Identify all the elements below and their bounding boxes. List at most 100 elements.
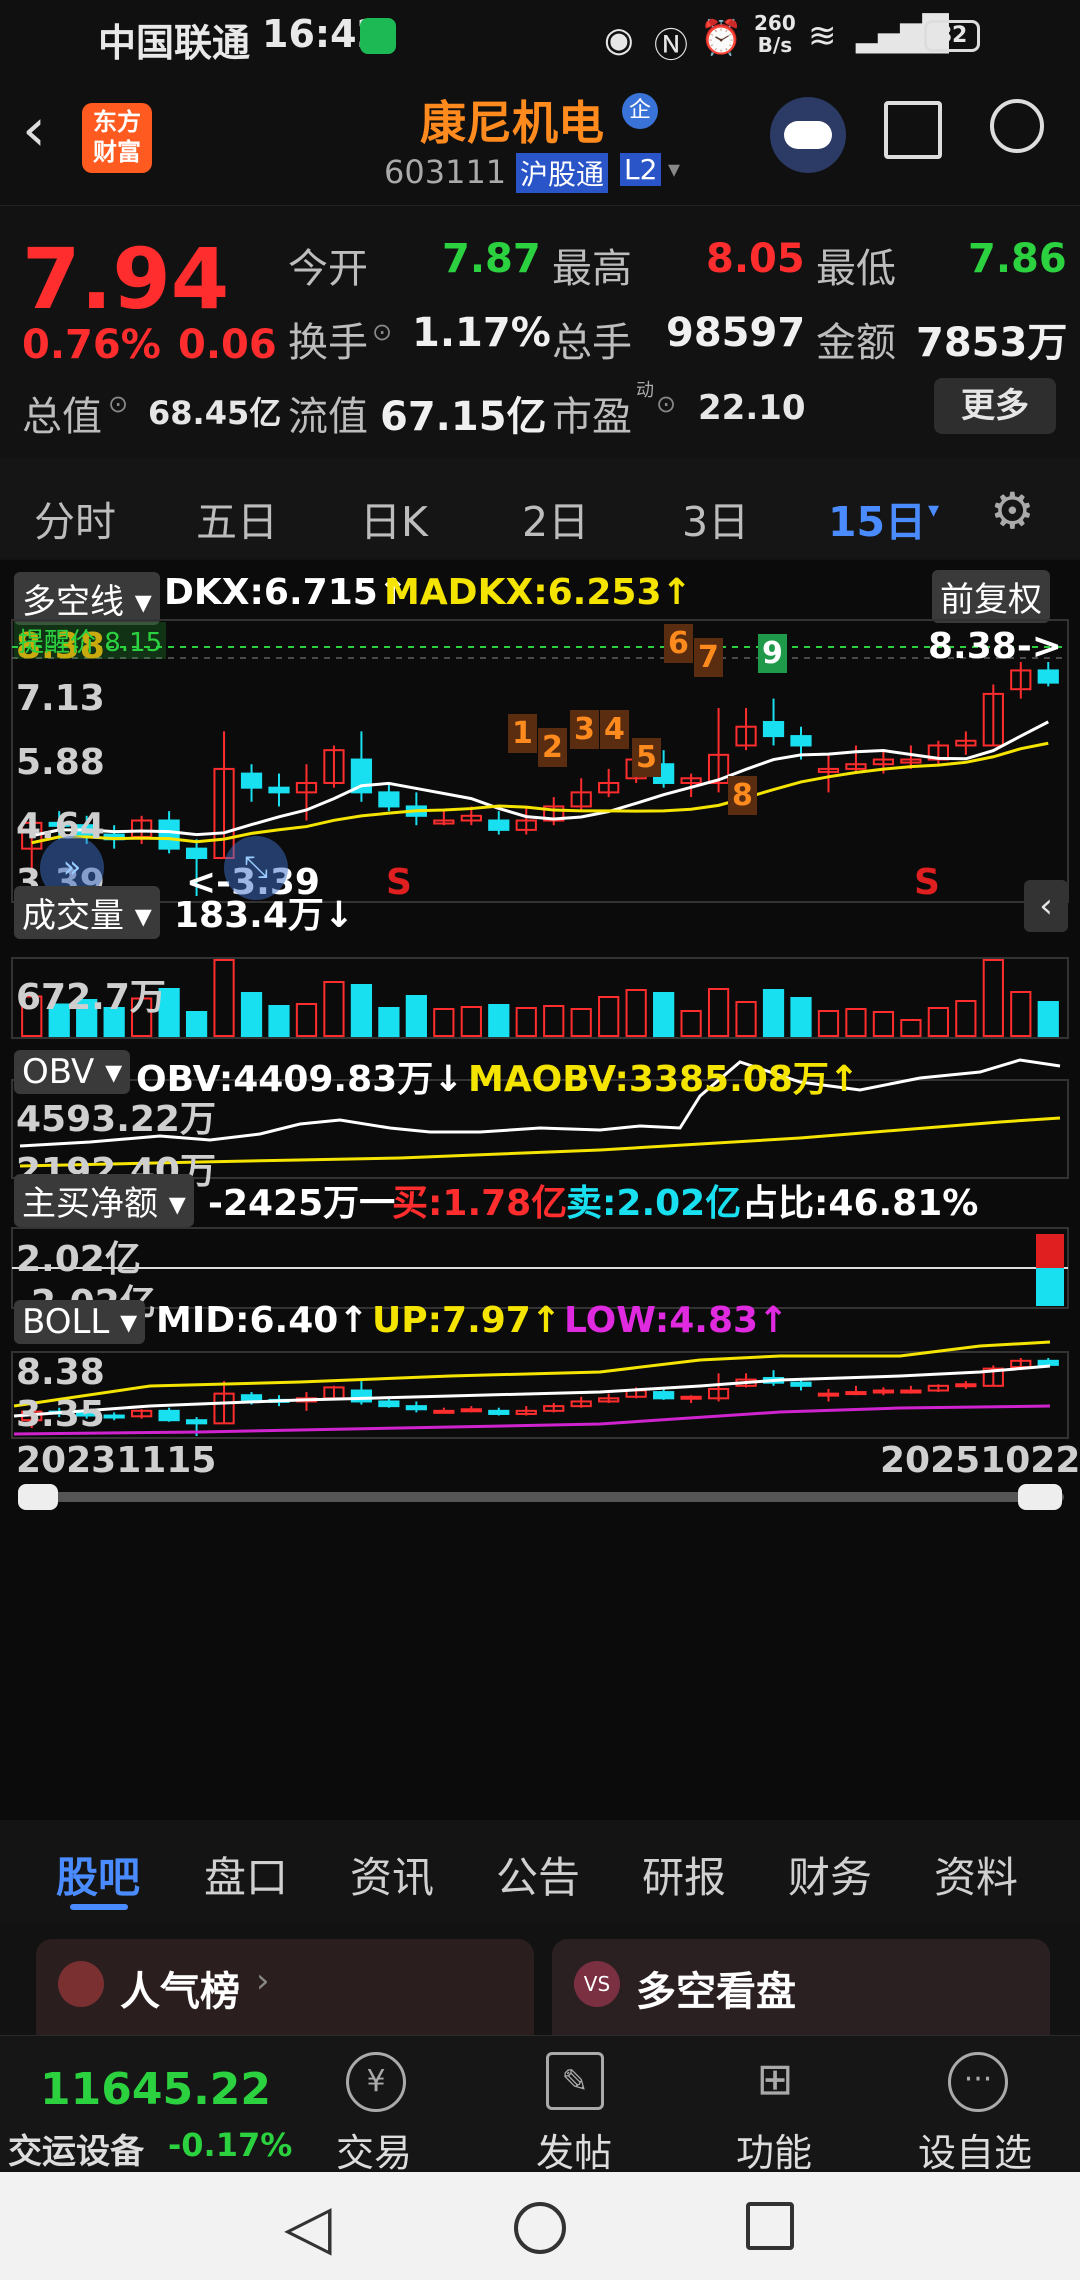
yen-trade-icon[interactable]: ¥ — [346, 2052, 406, 2112]
volume-bar — [790, 997, 812, 1037]
trade-label[interactable]: 交易 — [336, 2122, 412, 2177]
boll-axis-bottom: 3.35 — [16, 1394, 105, 1435]
nav-recents-icon[interactable] — [746, 2202, 794, 2250]
td-label-9: 9 — [758, 634, 787, 673]
td-label-7: 7 — [694, 638, 723, 677]
date-start: 20231115 — [16, 1440, 217, 1481]
index-value[interactable]: 11645.22 — [40, 2064, 271, 2115]
td-label-5: 5 — [632, 738, 661, 777]
search-icon[interactable] — [990, 99, 1044, 153]
sell-signal-1: S — [386, 862, 412, 903]
td-label-4: 4 — [600, 710, 629, 749]
settings-gear-icon[interactable]: ⚙ — [990, 482, 1035, 540]
popularity-title: 人气榜 — [120, 1969, 240, 2015]
more-button[interactable]: 更多 — [934, 378, 1056, 434]
turnover-label: 换手 — [288, 320, 368, 366]
tab-daily-k[interactable]: 日K — [360, 488, 428, 548]
volume-bar — [240, 992, 263, 1037]
indicator-select-netbuy[interactable]: 主买净额 ▾ — [14, 1174, 194, 1227]
stock-code: 603111 — [384, 153, 507, 191]
add-watchlist-label[interactable]: 设自选 — [918, 2122, 1032, 2177]
volume-bar — [460, 1006, 482, 1037]
candle-body — [790, 735, 812, 747]
tab-five-day[interactable]: 五日 — [196, 488, 278, 548]
app-notification-icon — [360, 18, 396, 54]
tab-research[interactable]: 研报 — [642, 1844, 726, 1905]
back-icon[interactable]: ‹ — [22, 95, 46, 165]
share-icon[interactable] — [884, 101, 942, 159]
indicator-select-volume[interactable]: 成交量 ▾ — [14, 886, 160, 939]
high-marker: 8.38-> — [928, 626, 1062, 667]
eye-icon: ◉ — [604, 20, 634, 60]
system-nav-bar: ◁ — [0, 2172, 1080, 2280]
boll-candle-body — [872, 1389, 895, 1394]
nav-home-icon[interactable] — [514, 2202, 566, 2254]
chevron-down-icon[interactable]: ▾ — [668, 155, 680, 183]
volume-bar — [982, 959, 1004, 1037]
volume-bar — [735, 1001, 757, 1037]
more-dots-icon[interactable]: ··· — [948, 2052, 1008, 2112]
index-name[interactable]: 交运设备 — [8, 2124, 144, 2173]
grid-function-icon[interactable]: ⊞ — [746, 2052, 804, 2110]
popularity-card[interactable]: 人气榜 › — [36, 1939, 534, 2035]
tab-news[interactable]: 资讯 — [350, 1844, 434, 1905]
bull-bear-card[interactable]: VS 多空看盘 — [552, 1939, 1050, 2035]
tab-guba[interactable]: 股吧 — [56, 1844, 140, 1905]
robot-avatar-icon[interactable] — [770, 97, 846, 173]
volume-value: 183.4万↓ — [174, 895, 355, 936]
alert-price[interactable]: 提醒价 8.15 — [14, 622, 167, 659]
volume-bar — [817, 1010, 840, 1037]
netbuy-sell-bar — [1036, 1268, 1064, 1306]
function-label[interactable]: 功能 — [736, 2122, 812, 2177]
tab-2day[interactable]: 2日 — [522, 488, 589, 548]
boll-axis-top: 8.38 — [16, 1352, 105, 1393]
tab-intraday[interactable]: 分时 — [34, 488, 116, 548]
info-icon[interactable]: ⊙ — [372, 318, 392, 346]
volume-bars-group — [21, 959, 1059, 1037]
td-label-2: 2 — [538, 728, 567, 767]
boll-candle-body — [488, 1409, 510, 1415]
indicator-select-boll[interactable]: BOLL ▾ — [14, 1300, 146, 1344]
volume-bar — [955, 1000, 977, 1037]
collapse-panel-icon[interactable]: ‹ — [1024, 880, 1068, 932]
chevron-down-icon[interactable]: ▾ — [928, 498, 939, 523]
boll-candle-body — [817, 1392, 840, 1397]
quote-panel: 7.94 0.76% 0.06 今开 7.87 最高 8.05 最低 7.86 … — [0, 205, 1080, 455]
axis-t2: 7.13 — [16, 678, 105, 719]
candle-body — [268, 786, 290, 794]
nav-back-icon[interactable]: ◁ — [284, 2190, 332, 2263]
float-label: 流值 — [288, 394, 368, 440]
info-icon[interactable]: ⊙ — [656, 390, 676, 418]
high-label: 最高 — [552, 246, 632, 292]
volume-label: 总手 — [552, 320, 632, 366]
amount-label: 金额 — [816, 320, 896, 366]
edit-post-icon[interactable]: ✎ — [546, 2052, 604, 2110]
tab-announcements[interactable]: 公告 — [496, 1844, 580, 1905]
status-bar: 中国联通 16:42 ◉ Ⓝ ⏰ 260 B/s ≋ ▂▄▆█ 82 — [0, 0, 1080, 75]
volume-bar — [515, 1007, 537, 1037]
boll-candle-body — [900, 1389, 922, 1394]
volume-bar — [570, 1008, 592, 1037]
low-value: 7.86 — [968, 236, 1067, 282]
tab-profile[interactable]: 资料 — [934, 1844, 1018, 1905]
chart-bar-icon — [58, 1961, 104, 2007]
td-label-3: 3 — [570, 710, 599, 749]
tab-3day[interactable]: 3日 — [682, 488, 749, 548]
last-price: 7.94 — [22, 230, 230, 328]
volume-bar — [598, 996, 620, 1037]
open-label: 今开 — [288, 246, 368, 292]
post-label[interactable]: 发帖 — [536, 2122, 612, 2177]
candles-group — [21, 662, 1059, 896]
volume-bar — [488, 1004, 510, 1037]
net-speed: 260 B/s — [754, 11, 796, 57]
boll-candle-body — [433, 1409, 455, 1414]
tab-pankou[interactable]: 盘口 — [204, 1844, 288, 1905]
tab-15day[interactable]: 15日 — [828, 488, 926, 548]
candle-body — [240, 772, 263, 789]
tab-finance[interactable]: 财务 — [788, 1844, 872, 1905]
indicator-select-obv[interactable]: OBV ▾ — [14, 1050, 131, 1094]
turnover-value: 1.17% — [412, 310, 551, 356]
volume-bar — [378, 1007, 400, 1037]
info-icon[interactable]: ⊙ — [108, 390, 128, 418]
volume-bar — [323, 981, 345, 1037]
